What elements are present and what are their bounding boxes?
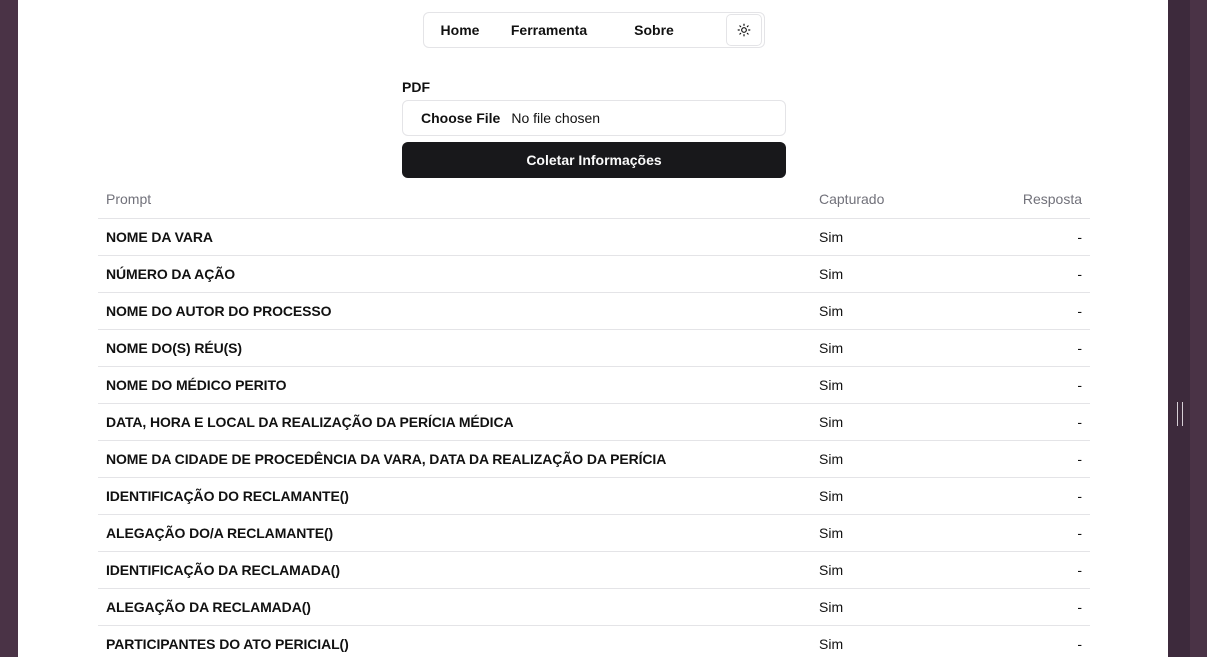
table-row: NOME DA VARA Sim - <box>98 219 1090 256</box>
prompt-cell: NOME DA CIDADE DE PROCEDÊNCIA DA VARA, D… <box>106 451 667 467</box>
theme-toggle-button[interactable] <box>726 14 762 46</box>
table-row: NOME DA CIDADE DE PROCEDÊNCIA DA VARA, D… <box>98 441 1090 478</box>
right-window-edge <box>1190 0 1207 657</box>
nav-sobre[interactable]: Sobre <box>602 13 706 47</box>
app-window: Home Ferramenta Sobre PDF Choose File No… <box>18 0 1168 657</box>
captured-cell: Sim <box>819 414 844 430</box>
prompt-cell: NOME DO MÉDICO PERITO <box>106 377 287 393</box>
captured-cell: Sim <box>819 636 844 652</box>
captured-cell: Sim <box>819 229 844 245</box>
table-row: NOME DO(S) RÉU(S) Sim - <box>98 330 1090 367</box>
left-window-edge <box>0 0 18 657</box>
table-row: PARTICIPANTES DO ATO PERICIAL() Sim - <box>98 626 1090 657</box>
prompt-cell: NOME DO(S) RÉU(S) <box>106 340 242 356</box>
captured-cell: Sim <box>819 340 844 356</box>
answer-cell: - <box>1077 562 1082 578</box>
prompt-cell: ALEGAÇÃO DO/A RECLAMANTE() <box>106 525 334 541</box>
table-row: NÚMERO DA AÇÃO Sim - <box>98 256 1090 293</box>
choose-file-button[interactable]: Choose File <box>421 110 500 126</box>
header-answer: Resposta <box>1022 191 1082 207</box>
answer-cell: - <box>1077 340 1082 356</box>
results-table: Prompt Capturado Resposta NOME DA VARA Si… <box>98 180 1090 657</box>
answer-cell: - <box>1077 599 1082 615</box>
captured-cell: Sim <box>819 266 844 282</box>
answer-cell: - <box>1077 525 1082 541</box>
prompt-cell: ALEGAÇÃO DA RECLAMADA() <box>106 599 311 615</box>
table-header: Prompt Capturado Resposta <box>98 180 1090 219</box>
header-prompt: Prompt <box>106 191 152 207</box>
answer-cell: - <box>1077 451 1082 467</box>
answer-cell: - <box>1077 377 1082 393</box>
table-row: IDENTIFICAÇÃO DA RECLAMADA() Sim - <box>98 552 1090 589</box>
prompt-cell: NOME DA VARA <box>106 229 213 245</box>
table-row: IDENTIFICAÇÃO DO RECLAMANTE() Sim - <box>98 478 1090 515</box>
captured-cell: Sim <box>819 488 844 504</box>
captured-cell: Sim <box>819 562 844 578</box>
file-status-text: No file chosen <box>511 110 601 126</box>
table-body: NOME DA VARA Sim - NÚMERO DA AÇÃO Sim - NOME D… <box>98 219 1090 657</box>
prompt-cell: PARTICIPANTES DO ATO PERICIAL() <box>106 636 349 652</box>
table-row: NOME DO MÉDICO PERITO Sim - <box>98 367 1090 404</box>
prompt-cell: IDENTIFICAÇÃO DO RECLAMANTE() <box>106 488 349 504</box>
pdf-file-input[interactable]: Choose File No file chosen <box>402 100 786 136</box>
answer-cell: - <box>1077 414 1082 430</box>
table-row: ALEGAÇÃO DO/A RECLAMANTE() Sim - <box>98 515 1090 552</box>
captured-cell: Sim <box>819 377 844 393</box>
right-panel-edge <box>1168 0 1207 657</box>
sun-icon <box>737 23 751 37</box>
pdf-label: PDF <box>402 79 430 95</box>
prompt-cell: NÚMERO DA AÇÃO <box>106 266 236 282</box>
header-captured: Capturado <box>819 191 885 207</box>
collect-info-button[interactable]: Coletar Informações <box>402 142 786 178</box>
answer-cell: - <box>1077 303 1082 319</box>
prompt-cell: NOME DO AUTOR DO PROCESSO <box>106 303 332 319</box>
captured-cell: Sim <box>819 451 844 467</box>
captured-cell: Sim <box>819 599 844 615</box>
prompt-cell: IDENTIFICAÇÃO DA RECLAMADA() <box>106 562 340 578</box>
table-row: DATA, HORA E LOCAL DA REALIZAÇÃO DA PERÍ… <box>98 404 1090 441</box>
answer-cell: - <box>1077 229 1082 245</box>
answer-cell: - <box>1077 488 1082 504</box>
nav-ferramenta[interactable]: Ferramenta <box>496 13 602 47</box>
answer-cell: - <box>1077 266 1082 282</box>
nav-home[interactable]: Home <box>425 13 495 47</box>
captured-cell: Sim <box>819 303 844 319</box>
resize-handle[interactable] <box>1177 402 1183 426</box>
answer-cell: - <box>1077 636 1082 652</box>
table-row: NOME DO AUTOR DO PROCESSO Sim - <box>98 293 1090 330</box>
captured-cell: Sim <box>819 525 844 541</box>
prompt-cell: DATA, HORA E LOCAL DA REALIZAÇÃO DA PERÍ… <box>106 414 514 430</box>
table-row: ALEGAÇÃO DA RECLAMADA() Sim - <box>98 589 1090 626</box>
top-navigation: Home Ferramenta Sobre <box>423 12 765 48</box>
